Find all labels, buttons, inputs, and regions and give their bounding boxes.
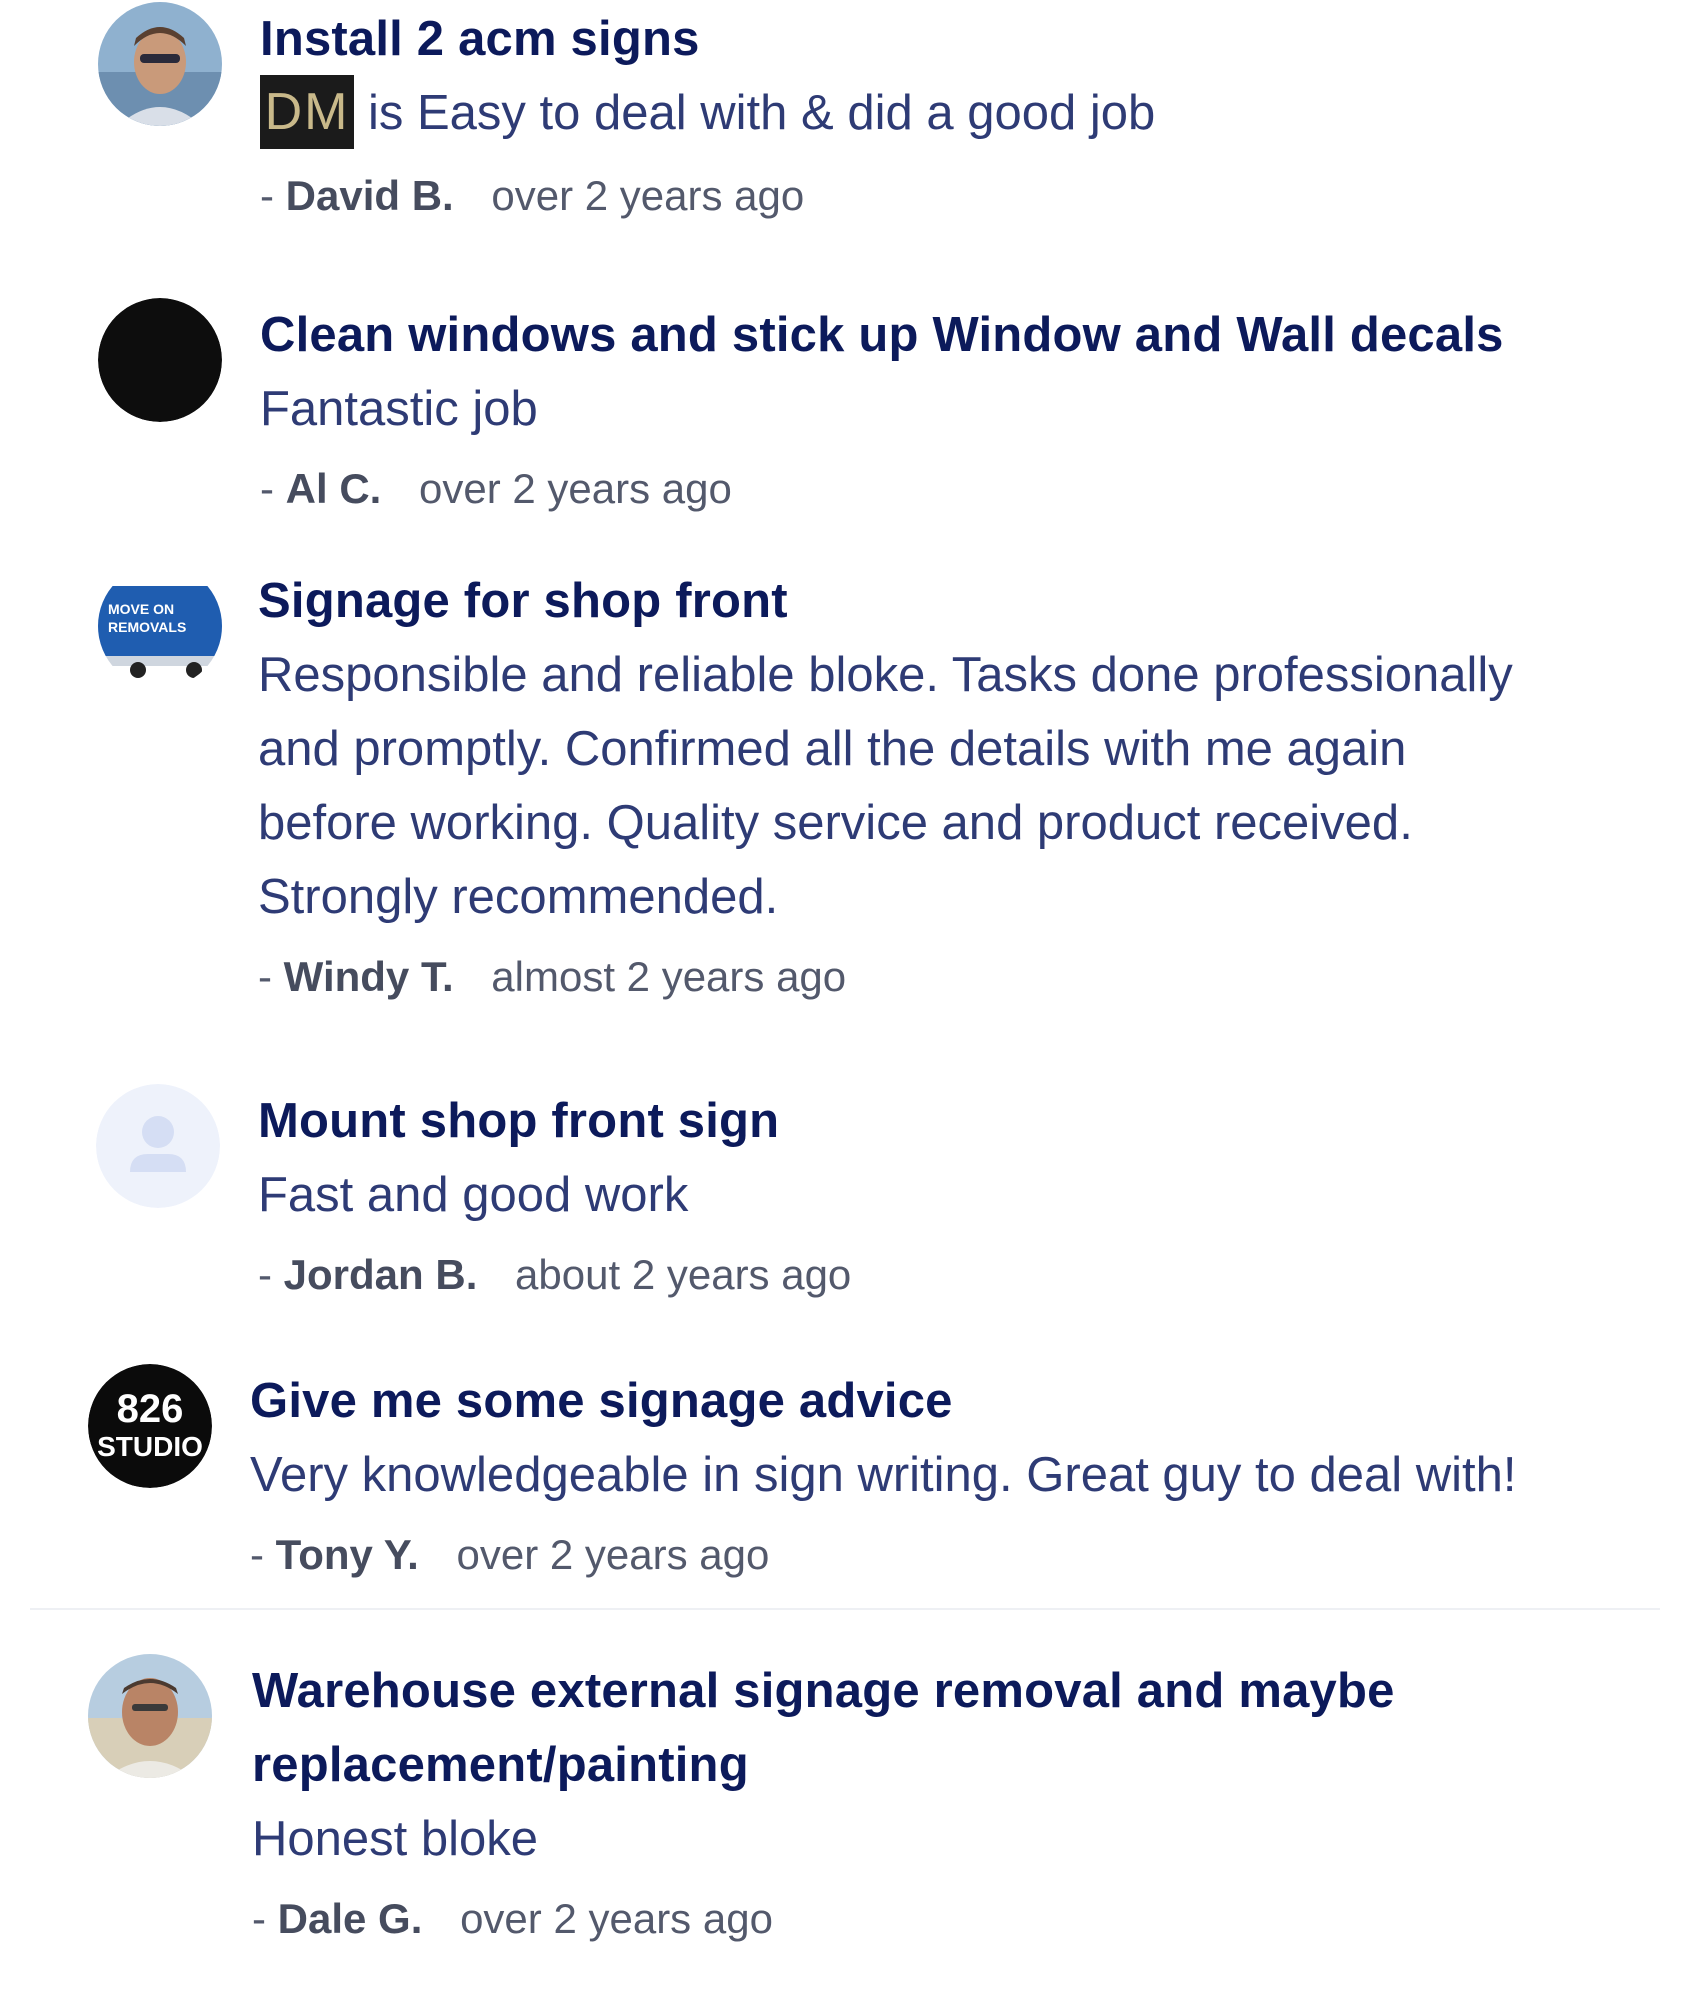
reviewer-avatar[interactable] [96,1084,220,1208]
review-time: over 2 years ago [491,172,805,220]
default-user-icon [96,1084,220,1208]
review-body: Fantastic job [260,382,538,436]
review-time: over 2 years ago [460,1895,773,1942]
reviewer-name[interactable]: Windy T. [284,953,454,1000]
review-meta: - Windy T. almost 2 years ago [258,940,1647,1014]
avatar-photo [88,1654,212,1778]
studio-logo-number: 826 [117,1387,184,1431]
reviewer-name[interactable]: Dale G. [278,1895,423,1942]
reviewer-avatar[interactable] [98,298,222,422]
reviewer-name[interactable]: Jordan B. [284,1251,478,1298]
avatar-photo [98,2,222,126]
review-meta: - Al C. over 2 years ago [260,452,1647,526]
reviewer-name[interactable]: David B. [286,172,454,219]
review-text: DM is Easy to deal with & did a good job [260,75,1647,153]
review-body-line: Responsible and reliable bloke. Tasks do… [258,648,1513,702]
review-title: Give me some signage advice [250,1374,953,1428]
review-title: Signage for shop front [258,574,788,628]
review-time: over 2 years ago [419,465,732,512]
reviewer-avatar[interactable]: 826 STUDIO [88,1364,212,1488]
meta-dash: - [258,1251,272,1298]
reviewer-name[interactable]: Tony Y. [276,1531,419,1578]
studio-logo-word: STUDIO [97,1431,203,1462]
review-body: Very knowledgeable in sign writing. Grea… [250,1448,1517,1502]
review-body-line: and promptly. Confirmed all the details … [258,722,1407,776]
review-title: Mount shop front sign [258,1094,780,1148]
dm-logo-badge: DM [260,75,354,150]
review-title-line: replacement/painting [252,1738,749,1792]
review-title: Install 2 acm signs [260,12,700,66]
review-time: about 2 years ago [515,1251,852,1298]
review-body-line: Strongly recommended. [258,870,779,924]
review-meta: - Dale G. over 2 years ago [252,1882,1647,1956]
review-title-line: Warehouse external signage removal and m… [252,1664,1395,1718]
meta-dash: - [260,465,274,512]
review-body: Honest bloke [252,1812,539,1866]
truck-logo-text-1: MOVE ON [108,601,174,617]
meta-dash: - [258,953,272,1000]
reviewer-name[interactable]: Al C. [286,465,382,512]
meta-dash: - [252,1895,266,1942]
reviewer-avatar[interactable] [88,1654,212,1778]
review-meta: - Jordan B. about 2 years ago [258,1238,1647,1312]
section-divider [30,1608,1660,1610]
review-time: over 2 years ago [456,1531,770,1578]
review-meta: - David B. over 2 years ago [260,159,1647,233]
avatar-black-circle [98,298,222,422]
truck-logo-text-2: REMOVALS [108,619,186,635]
review-title: Clean windows and stick up Window and Wa… [260,308,1504,362]
studio-logo-icon: 826 STUDIO [88,1364,212,1488]
review-meta: - Tony Y. over 2 years ago [250,1518,1647,1592]
meta-dash: - [260,172,274,220]
truck-logo-icon: MOVE ON REMOVALS [98,564,222,688]
reviewer-avatar[interactable]: MOVE ON REMOVALS [98,564,222,688]
review-body-line: before working. Quality service and prod… [258,796,1413,850]
reviewer-avatar[interactable] [98,2,222,126]
review-body: Fast and good work [258,1168,689,1222]
review-time: almost 2 years ago [491,953,847,1000]
meta-dash: - [250,1531,264,1578]
review-body: is Easy to deal with & did a good job [368,86,1156,140]
